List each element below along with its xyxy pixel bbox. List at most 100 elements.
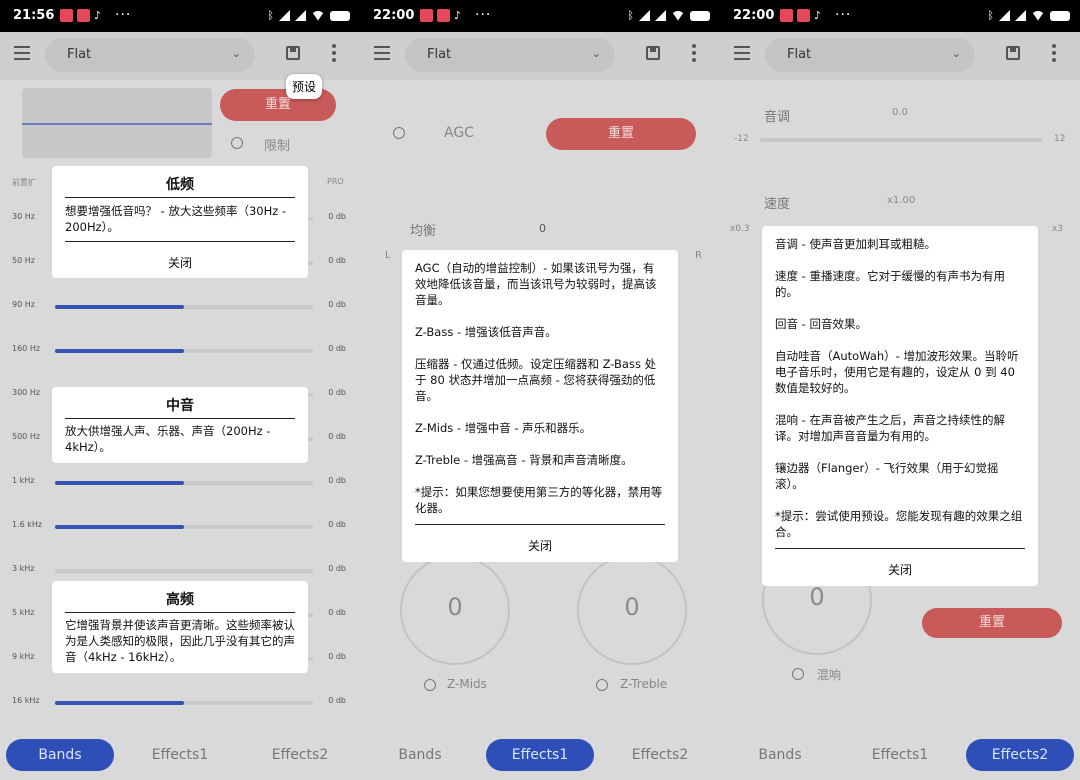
band-slider[interactable] [55, 701, 313, 705]
system-icons: ᛒ [267, 9, 350, 22]
speed-label: 速度 [764, 197, 791, 212]
agc-label: AGC [444, 125, 474, 141]
more-options-icon[interactable] [692, 44, 696, 65]
band-slider[interactable] [55, 481, 313, 485]
ztreble-knob[interactable]: 0 [577, 555, 687, 665]
menu-icon[interactable] [374, 46, 390, 60]
band-row: 90 Hz 0 db [0, 297, 360, 317]
close-button[interactable]: 关闭 [402, 537, 678, 554]
tab-bands[interactable]: Bands [6, 739, 114, 771]
popup-title: 中音 [166, 398, 194, 414]
power-icon[interactable] [231, 137, 243, 149]
band-frequency: 16 kHz [12, 696, 40, 705]
save-icon[interactable] [1006, 46, 1020, 60]
power-icon[interactable] [424, 679, 436, 691]
pitch-slider[interactable] [760, 138, 1042, 142]
reset-button[interactable]: 重置 [922, 608, 1062, 638]
help-paragraph: Z-Treble - 增强高音 - 背景和声音清晰度。 [415, 453, 633, 467]
band-gain: 0 db [328, 256, 346, 265]
tab-effects2[interactable]: Effects2 [246, 739, 354, 771]
band-frequency: 9 kHz [12, 652, 35, 661]
band-row: 1 kHz 0 db [0, 473, 360, 493]
band-slider[interactable] [55, 305, 313, 309]
bluetooth-icon: ᛒ [267, 9, 274, 22]
preset-value: Flat [787, 47, 812, 62]
wifi-icon [311, 10, 325, 21]
tab-effects1[interactable]: Effects1 [846, 739, 954, 771]
preset-dropdown[interactable]: Flat ⌄ [765, 38, 975, 72]
tab-effects2[interactable]: Effects2 [966, 739, 1074, 771]
close-button[interactable]: 关闭 [762, 561, 1038, 578]
balance-left-label: L [385, 250, 391, 261]
band-slider[interactable] [55, 569, 313, 573]
band-row: 160 Hz 0 db [0, 341, 360, 361]
save-icon[interactable] [286, 46, 300, 60]
band-row: 16 kHz 0 db [0, 693, 360, 713]
pitch-label: 音调 [764, 110, 791, 125]
menu-icon[interactable] [734, 46, 750, 60]
band-slider-fill [55, 701, 184, 705]
preset-dropdown[interactable]: Flat ⌄ [405, 38, 615, 72]
help-paragraph: *提示：尝试使用预设。您能发现有趣的效果之组合。 [775, 509, 1023, 539]
tab-effects2[interactable]: Effects2 [606, 739, 714, 771]
battery-icon [1050, 10, 1070, 21]
help-paragraph: 混响 - 在声音被产生之后，声音之持续性的解译。对增加声音音量为有用的。 [775, 413, 1005, 443]
zmids-label: Z-Mids [447, 677, 487, 691]
wifi-icon [1031, 10, 1045, 21]
preset-dropdown[interactable]: Flat ⌄ [45, 38, 255, 72]
band-frequency: 160 Hz [12, 344, 41, 353]
band-slider[interactable] [55, 525, 313, 529]
help-paragraph: 压缩器 - 仅通过低频。设定压缩器和 Z-Bass 处于 80 状态并增加一点高… [415, 357, 657, 403]
band-slider[interactable] [55, 349, 313, 353]
divider [415, 524, 665, 525]
band-gain: 0 db [328, 432, 346, 441]
status-bar: 22:00 ♪ ··· ᛒ [720, 0, 1080, 32]
effects2-help-popup: 音调 - 使声音更加刺耳或粗糙。 速度 - 重播速度。它对于缓慢的有声书为有用的… [762, 226, 1038, 586]
app-notification-icon [420, 9, 433, 22]
balance-label: 均衡 [410, 224, 437, 239]
band-slider-fill [55, 525, 184, 529]
more-options-icon[interactable] [1052, 44, 1056, 65]
bluetooth-icon: ᛒ [987, 9, 994, 22]
zmids-knob[interactable]: 0 [400, 555, 510, 665]
notification-icons: ♪ ··· [780, 8, 851, 22]
pitch-value: 0.0 [892, 107, 908, 118]
battery-icon [690, 10, 710, 21]
bottom-tabs: Bands Effects1 Effects2 [360, 735, 720, 775]
divider [65, 612, 295, 613]
knob-value: 0 [624, 593, 640, 621]
tab-bands[interactable]: Bands [366, 739, 474, 771]
pitch-min: -12 [734, 134, 749, 144]
power-icon[interactable] [596, 679, 608, 691]
power-icon[interactable] [792, 668, 804, 680]
mid-freq-popup: 中音 放大供增强人声、乐器、声音（200Hz - 4kHz）。 [52, 387, 308, 463]
chevron-down-icon: ⌄ [591, 47, 601, 60]
reset-button[interactable]: 重置 [546, 118, 696, 150]
power-icon[interactable] [393, 127, 405, 139]
help-paragraph: Z-Bass - 增强该低音声音。 [415, 325, 557, 339]
close-button[interactable]: 关闭 [52, 254, 308, 271]
tiktok-icon: ♪ [94, 9, 102, 22]
app-notification-icon [77, 9, 90, 22]
notification-icons: ♪ ··· [60, 8, 131, 22]
app-notification-icon [780, 9, 793, 22]
menu-icon[interactable] [14, 46, 30, 60]
save-icon[interactable] [646, 46, 660, 60]
divider [775, 548, 1025, 549]
speed-min: x0.3 [730, 224, 750, 234]
app-notification-icon [437, 9, 450, 22]
band-row: 3 kHz 0 db [0, 561, 360, 581]
ztreble-label: Z-Treble [620, 677, 668, 691]
tab-bands[interactable]: Bands [726, 739, 834, 771]
effects2-screen: 22:00 ♪ ··· ᛒ Flat ⌄ 音调 0.0 -12 12 速度 x1… [720, 0, 1080, 780]
tab-effects1[interactable]: Effects1 [486, 739, 594, 771]
signal-icon [999, 10, 1010, 21]
help-paragraph: 音调 - 使声音更加刺耳或粗糙。 [775, 237, 936, 251]
tab-effects1[interactable]: Effects1 [126, 739, 234, 771]
high-freq-popup: 高频 它增强背景并使该声音更清晰。这些频率被认为是人类感知的极限，因此几乎没有其… [52, 581, 308, 673]
signal-icon [655, 10, 666, 21]
more-options-icon[interactable] [332, 44, 336, 65]
band-slider-fill [55, 481, 184, 485]
popup-body: 想要增强低音吗？ - 放大这些频率（30Hz - 200Hz）。 [65, 204, 287, 234]
status-time: 21:56 [13, 8, 55, 23]
